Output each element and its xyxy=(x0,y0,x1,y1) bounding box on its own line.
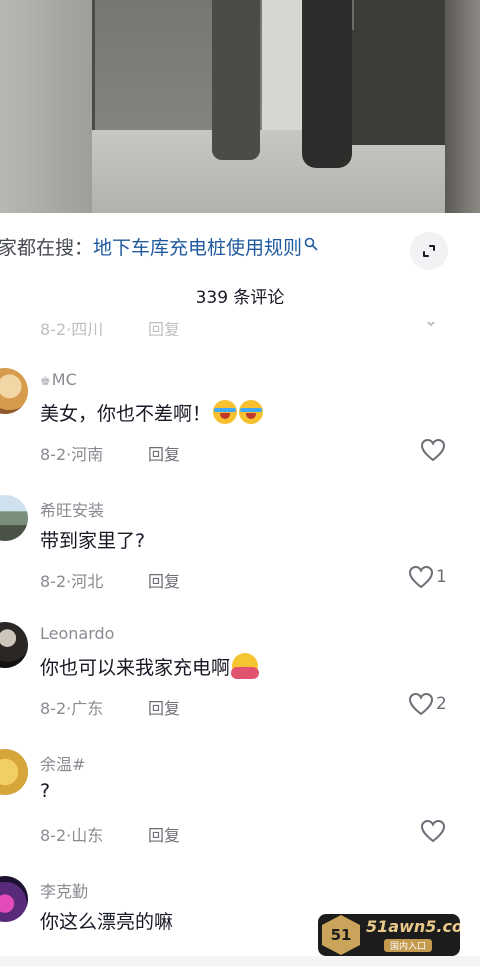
comment-username-text: Leonardo xyxy=(40,624,115,643)
watermark-site: 51awn5.com xyxy=(366,917,460,936)
reply-button[interactable]: 回复 xyxy=(148,568,180,592)
comment-item: Leonardo 你也可以来我家充电啊 8-2·广东 回复 2 xyxy=(0,622,480,749)
collapse-icon xyxy=(423,245,435,257)
comment-item: ♚MC 美女，你也不差啊！ 8-2·河南 回复 xyxy=(0,368,480,495)
reply-button[interactable]: 回复 xyxy=(148,695,180,719)
comment-text: 你这么漂亮的嘛 xyxy=(40,911,174,933)
heart-icon[interactable] xyxy=(420,438,446,462)
watermark-subtitle: 国内入口 xyxy=(384,939,433,952)
video-frame[interactable] xyxy=(0,0,480,213)
reply-button[interactable]: 回复 xyxy=(148,822,180,846)
comment-date-location: 8-2·河南 xyxy=(40,445,104,464)
search-suggestion-bar: 家都在搜：地下车库充电桩使用规则 xyxy=(0,213,480,283)
comments-count-title: 339 条评论 xyxy=(195,288,285,308)
comment-username[interactable]: 希旺安装 xyxy=(40,497,104,521)
video-person xyxy=(212,0,260,160)
comment-username[interactable]: 余温# xyxy=(40,751,85,775)
heart-icon[interactable] xyxy=(408,692,434,716)
comment-username-text: 希旺安装 xyxy=(40,501,105,520)
bottom-input-strip xyxy=(0,956,480,966)
comment-text: 你也可以来我家充电啊 xyxy=(40,653,260,680)
avatar[interactable] xyxy=(0,368,28,414)
video-wall xyxy=(0,0,92,213)
partial-comment-reply: 回复 xyxy=(148,322,181,336)
comment-text-body: 你也可以来我家充电啊 xyxy=(40,657,231,679)
reply-button[interactable]: 回复 xyxy=(148,441,180,465)
partial-comment-meta: 8-2·四川 xyxy=(40,322,104,336)
like-count: 1 xyxy=(436,567,447,587)
like-count: 2 xyxy=(436,694,447,714)
avatar[interactable] xyxy=(0,876,28,922)
watermark-badge: 51 xyxy=(322,915,360,955)
avatar[interactable] xyxy=(0,495,28,541)
search-suggestion-prefix: 家都在搜： xyxy=(0,237,94,259)
collapse-button[interactable] xyxy=(410,232,448,270)
chevron-down-icon xyxy=(426,322,436,327)
search-suggestion[interactable]: 家都在搜：地下车库充电桩使用规则 xyxy=(0,233,318,263)
comment-username-text: 李克勤 xyxy=(40,882,89,901)
comment-username[interactable]: Leonardo xyxy=(40,624,114,643)
heart-icon[interactable] xyxy=(420,819,446,843)
comment-date-location: 8-2·山东 xyxy=(40,826,104,845)
comment-item: 余温# ? 8-2·山东 回复 xyxy=(0,749,480,876)
partial-comment-row: 8-2·四川 回复 xyxy=(40,322,460,336)
crown-icon: ♚ xyxy=(40,374,51,388)
search-icon xyxy=(304,237,318,251)
laugh-cry-emoji-icon xyxy=(239,400,264,424)
comment-username-text: MC xyxy=(51,370,77,389)
comment-text: 带到家里了? xyxy=(40,530,146,552)
video-wall-right xyxy=(445,0,480,213)
comment-text: 美女，你也不差啊！ xyxy=(40,399,264,426)
comment-date-location: 8-2·河北 xyxy=(40,572,104,591)
comment-text: ? xyxy=(40,780,51,802)
comment-text-body: 美女，你也不差啊！ xyxy=(40,403,212,425)
video-person xyxy=(302,0,352,168)
video-cabinet xyxy=(350,0,445,145)
avatar[interactable] xyxy=(0,749,28,795)
avatar[interactable] xyxy=(0,622,28,668)
comment-item: 希旺安装 带到家里了? 8-2·河北 回复 1 xyxy=(0,495,480,622)
comment-date-location: 8-2·广东 xyxy=(40,699,104,718)
laugh-cry-emoji-icon xyxy=(213,400,238,424)
comment-username[interactable]: ♚MC xyxy=(40,370,77,389)
watermark-logo: 51 51awn5.com 国内入口 xyxy=(318,914,460,956)
search-suggestion-keyword[interactable]: 地下车库充电桩使用规则 xyxy=(93,237,302,259)
comment-username[interactable]: 李克勤 xyxy=(40,878,88,902)
comment-username-text: 余温# xyxy=(40,755,86,774)
hug-emoji-icon xyxy=(231,653,260,679)
heart-icon[interactable] xyxy=(408,565,434,589)
